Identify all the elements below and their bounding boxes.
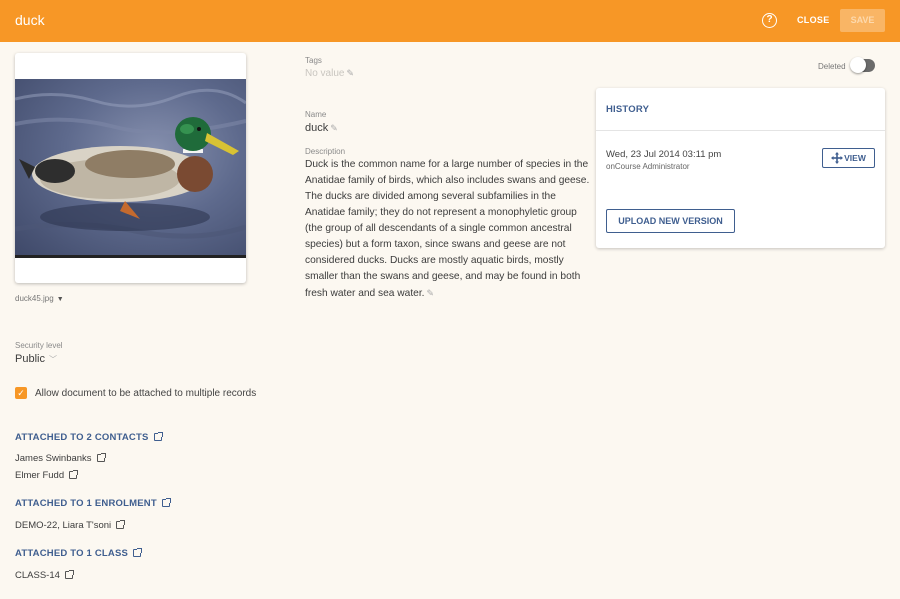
description-label: Description <box>305 147 346 156</box>
external-link-icon[interactable] <box>153 432 163 441</box>
external-link-icon[interactable] <box>133 548 143 557</box>
tags-value: No value <box>305 68 345 79</box>
external-link-icon[interactable] <box>69 470 79 479</box>
name-field[interactable]: duck ✎ <box>305 122 338 134</box>
class-link[interactable]: CLASS-14 <box>15 570 74 581</box>
external-link-icon[interactable] <box>96 453 106 462</box>
security-level-label: Security level <box>15 341 63 350</box>
enrolment-name: DEMO-22, Liara T'soni <box>15 520 112 531</box>
attached-class-heading[interactable]: ATTACHED TO 1 CLASS <box>15 548 143 559</box>
security-level-select[interactable]: Public ﹀ <box>15 353 57 365</box>
upload-new-version-button[interactable]: UPLOAD NEW VERSION <box>606 209 735 233</box>
preview-divider <box>15 255 246 258</box>
description-value: Duck is the common name for a large numb… <box>305 159 590 299</box>
history-entry-user: onCourse Administrator <box>606 162 690 171</box>
pencil-icon: ✎ <box>330 123 338 133</box>
duck-photo <box>15 79 246 257</box>
contact-name: James Swinbanks <box>15 453 92 464</box>
description-field[interactable]: Duck is the common name for a large numb… <box>305 157 595 302</box>
history-divider <box>596 130 885 131</box>
external-link-icon[interactable] <box>64 570 74 579</box>
chevron-down-icon: ﹀ <box>48 355 57 364</box>
tags-field[interactable]: No value ✎ <box>305 68 354 79</box>
help-icon[interactable]: ? <box>762 13 777 28</box>
chevron-down-icon: ▼ <box>56 296 64 303</box>
document-preview-card[interactable] <box>15 53 246 283</box>
security-level-value: Public <box>15 353 45 365</box>
external-link-icon[interactable] <box>161 498 171 507</box>
history-panel: HISTORY Wed, 23 Jul 2014 03:11 pm onCour… <box>596 88 885 248</box>
contact-link[interactable]: James Swinbanks <box>15 453 106 464</box>
pencil-icon: ✎ <box>346 68 355 78</box>
view-button-label: VIEW <box>844 153 866 163</box>
file-menu[interactable]: duck45.jpg ▼ <box>15 294 64 303</box>
deleted-label: Deleted <box>818 62 846 71</box>
file-name: duck45.jpg <box>15 294 54 303</box>
class-name: CLASS-14 <box>15 570 60 581</box>
view-button[interactable]: VIEW <box>822 148 875 168</box>
pencil-icon: ✎ <box>426 288 435 298</box>
move-icon <box>831 152 844 164</box>
allow-multiple-row[interactable]: ✓ Allow document to be attached to multi… <box>15 387 256 399</box>
close-button[interactable]: CLOSE <box>797 15 830 25</box>
attached-class-heading-text: ATTACHED TO 1 CLASS <box>15 548 129 559</box>
contact-name: Elmer Fudd <box>15 470 65 481</box>
attached-contacts-heading[interactable]: ATTACHED TO 2 CONTACTS <box>15 432 163 443</box>
app-header: duck ? CLOSE SAVE <box>0 0 900 42</box>
page-title: duck <box>15 12 45 28</box>
name-label: Name <box>305 110 327 119</box>
attached-enrolment-heading[interactable]: ATTACHED TO 1 ENROLMENT <box>15 498 171 509</box>
history-entry-date: Wed, 23 Jul 2014 03:11 pm <box>606 149 722 160</box>
tags-label: Tags <box>305 56 322 65</box>
allow-multiple-checkbox[interactable]: ✓ <box>15 387 27 399</box>
external-link-icon[interactable] <box>116 520 126 529</box>
history-title: HISTORY <box>606 104 650 115</box>
deleted-toggle-knob[interactable] <box>850 57 866 73</box>
attached-contacts-heading-text: ATTACHED TO 2 CONTACTS <box>15 432 149 443</box>
allow-multiple-label: Allow document to be attached to multipl… <box>35 387 257 399</box>
contact-link[interactable]: Elmer Fudd <box>15 470 79 481</box>
enrolment-link[interactable]: DEMO-22, Liara T'soni <box>15 520 126 531</box>
save-button[interactable]: SAVE <box>840 9 885 32</box>
name-value: duck <box>305 122 329 134</box>
attached-enrolment-heading-text: ATTACHED TO 1 ENROLMENT <box>15 498 157 509</box>
